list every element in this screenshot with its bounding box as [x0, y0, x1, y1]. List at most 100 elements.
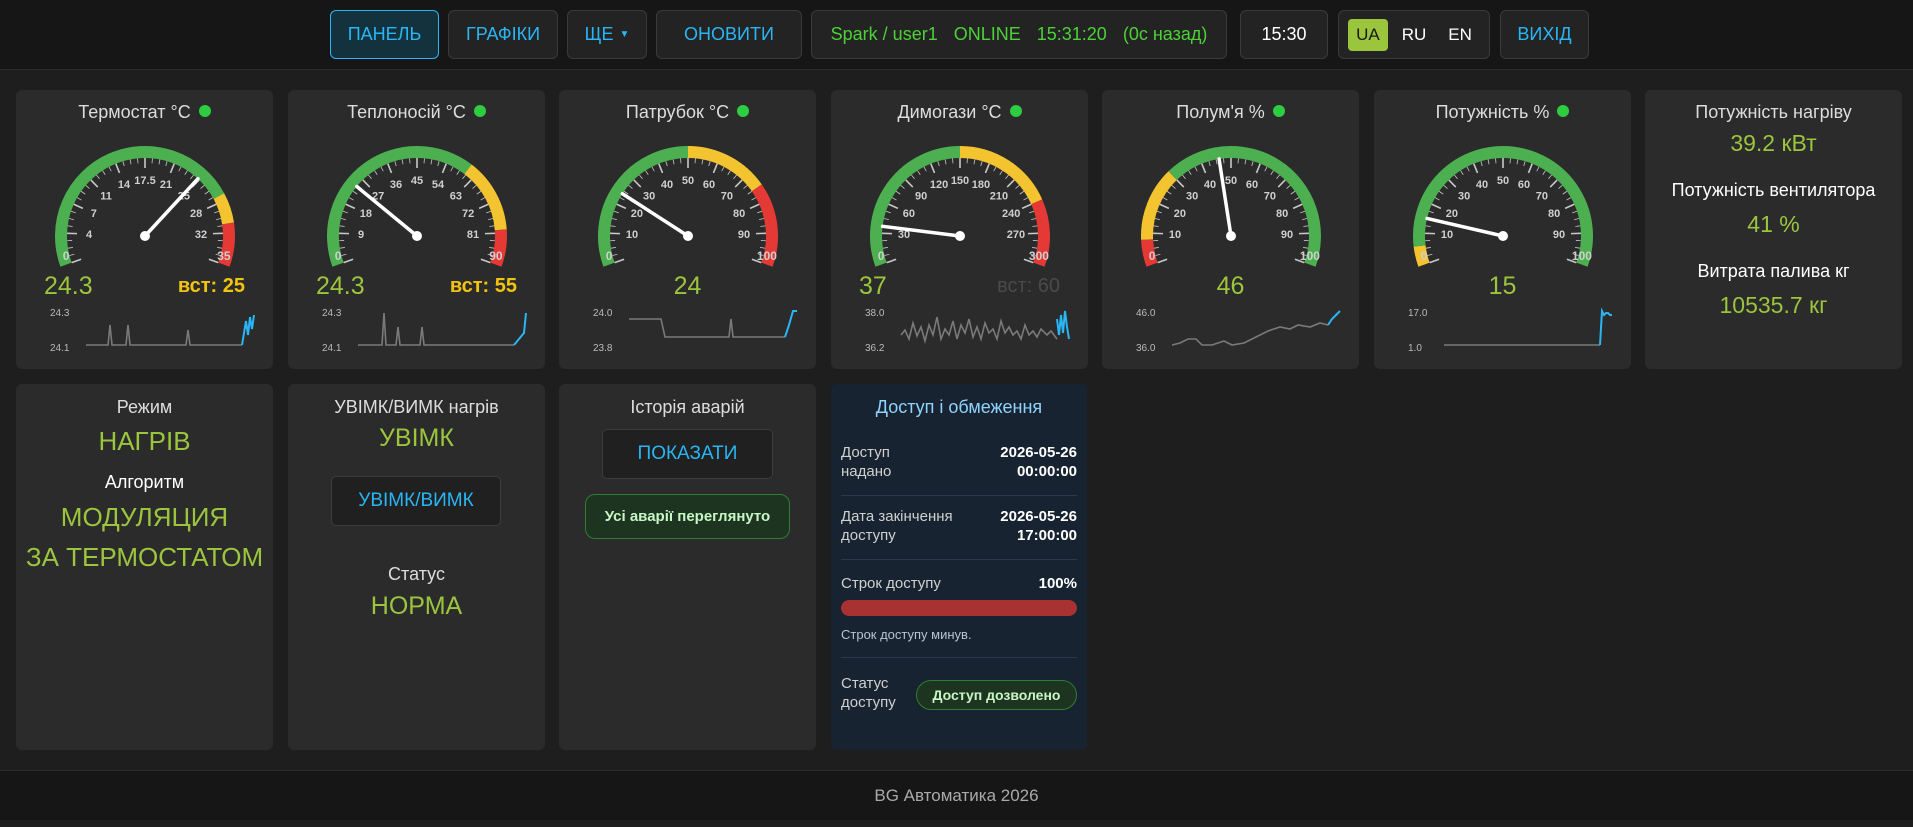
logout-button[interactable]: ВИХІД: [1500, 10, 1589, 59]
status-value: НОРМА: [370, 592, 463, 620]
gauge-card: Теплоносій °C 0 9 18 27 36 45 54 63 72 81 90 24.3 вст…: [288, 90, 545, 369]
gauge-tick: [488, 218, 494, 220]
access-card: Доступ і обмеження Доступ надано 2026-05-…: [831, 384, 1087, 750]
gauge-tick: [441, 163, 447, 174]
gauge-needle: [1425, 216, 1505, 238]
gauge-needle: [880, 224, 962, 238]
footer: BG Автоматика 2026: [0, 770, 1913, 820]
gauge-title-text: Теплоносій °C: [347, 102, 466, 122]
gauge-tick-label: 0: [1421, 249, 1428, 263]
gauge-tick: [1302, 218, 1308, 220]
gauge-dial: 0471114 17.5 2125283235: [55, 146, 235, 267]
gauge-tick: [341, 253, 347, 256]
gauge-tick: [1201, 163, 1207, 174]
lang-ru-button[interactable]: RU: [1394, 19, 1435, 51]
gauge-tick: [757, 210, 763, 214]
refresh-button[interactable]: ОНОВИТИ: [656, 10, 802, 59]
access-status-label: Статус: [841, 675, 889, 692]
gauge-tick-label: 4: [86, 229, 93, 241]
gauge-tick-label: 32: [195, 229, 207, 241]
access-granted-time: 00:00:00: [1016, 463, 1077, 480]
gauge-tick-label: 90: [1281, 229, 1293, 241]
gauge-tick: [1276, 174, 1280, 180]
status-ago: (0с назад): [1122, 24, 1208, 44]
gauge-value: 24.3: [44, 272, 93, 300]
gauge-tick: [999, 170, 1003, 175]
gauge-tick: [90, 179, 99, 188]
status-time: 15:31:20: [1036, 24, 1107, 44]
gauge-tick-label: 20: [631, 208, 643, 220]
gauge-dial: 010203040 50 60708090100: [1141, 146, 1321, 267]
gauge-tick: [1021, 203, 1032, 210]
gauge-tick-label: 80: [1276, 208, 1288, 220]
gauge-tick: [394, 161, 397, 167]
gauge-tick: [368, 174, 372, 180]
gauge-tick: [1523, 161, 1526, 167]
sparkline-recent: [241, 314, 255, 346]
show-alarms-button[interactable]: ПОКАЗАТИ: [602, 429, 773, 479]
heating-state-value: УВІМК: [379, 424, 454, 452]
panel-button[interactable]: ПАНЕЛЬ: [330, 10, 439, 59]
gauge-title: Термостат °C: [16, 102, 273, 123]
sparkline-min-label: 24.1: [322, 343, 342, 354]
refresh-label: ОНОВИТИ: [684, 24, 774, 44]
gauge-tick: [1290, 190, 1296, 195]
gauge-tick: [891, 197, 897, 201]
status-dot-icon: [737, 105, 750, 117]
gauge-tick-label: 50: [682, 175, 694, 187]
sparkline-history: [900, 316, 1058, 345]
gauge-tick: [380, 166, 384, 172]
power-card: Потужність нагріву 39.2 кВт Потужність в…: [1645, 90, 1902, 369]
gauge-zone-arc: [213, 193, 234, 225]
lang-en-button[interactable]: EN: [1440, 19, 1480, 51]
gauge-tick: [1558, 185, 1563, 189]
gauge-tick: [1176, 179, 1185, 188]
gauge-needle-hub: [1498, 231, 1508, 241]
show-alarms-label: ПОКАЗАТИ: [637, 443, 738, 464]
gauge-tick: [1431, 203, 1442, 210]
algorithm-value-line1: МОДУЛЯЦИЯ: [60, 502, 229, 532]
lang-ua-button[interactable]: UA: [1348, 18, 1388, 51]
gauge-tick: [68, 218, 74, 220]
sparkline: [629, 310, 797, 338]
more-dropdown-button[interactable]: ЩЕ ▼: [567, 10, 647, 59]
gauge-tick: [190, 174, 194, 180]
charts-button[interactable]: ГРАФІКИ: [448, 10, 558, 59]
heating-toggle-card: УВІМК/ВИМК нагрів УВІМК УВІМК/ВИМК Стату…: [288, 384, 545, 750]
charts-label: ГРАФІКИ: [465, 24, 541, 44]
gauge-tick: [1005, 174, 1009, 180]
footer-text: BG Автоматика 2026: [874, 786, 1039, 805]
gauge-tick-label: 36: [390, 179, 402, 191]
gauge-title: Димогази °C: [831, 102, 1088, 123]
gauge-tick: [1575, 225, 1581, 227]
gauge-tick: [1251, 161, 1254, 167]
gauge-tick: [1434, 197, 1440, 201]
gauge-tick-label: 10: [1169, 229, 1181, 241]
sparkline-history: [358, 312, 514, 346]
gauge-tick: [944, 159, 947, 165]
gauge-zone-arc: [1413, 146, 1593, 267]
sparkline-recent: [513, 312, 527, 346]
gauge-tick: [1574, 218, 1580, 220]
heating-toggle-button[interactable]: УВІМК/ВИМК: [331, 476, 501, 526]
gauge-value: 15: [1488, 272, 1517, 300]
gauge-needle-hub: [683, 231, 693, 241]
gauge-tick: [1549, 179, 1558, 188]
gauge-tick-label: 0: [878, 249, 885, 263]
sparkline-min-label: 36.0: [1136, 343, 1156, 354]
gauge-tick: [665, 161, 668, 167]
gauge-tick-label: 21: [160, 179, 172, 191]
gauge-tick: [1032, 225, 1038, 227]
sparkline-min-label: 23.8: [593, 343, 613, 354]
gauge-tick: [1154, 218, 1160, 220]
gauge-tick: [1516, 159, 1519, 165]
gauge-tick: [1542, 170, 1546, 175]
gauge-tick: [450, 166, 454, 172]
gauge-tick: [1427, 253, 1433, 256]
fuel-consumption-value: 10535.7 кг: [1719, 292, 1828, 318]
gauge-tick-label: 100: [757, 249, 777, 263]
gauge-tick: [973, 159, 976, 165]
gauge-tick: [343, 258, 354, 264]
language-switcher: UA RU EN: [1338, 10, 1490, 59]
gauge-tick: [129, 159, 132, 165]
